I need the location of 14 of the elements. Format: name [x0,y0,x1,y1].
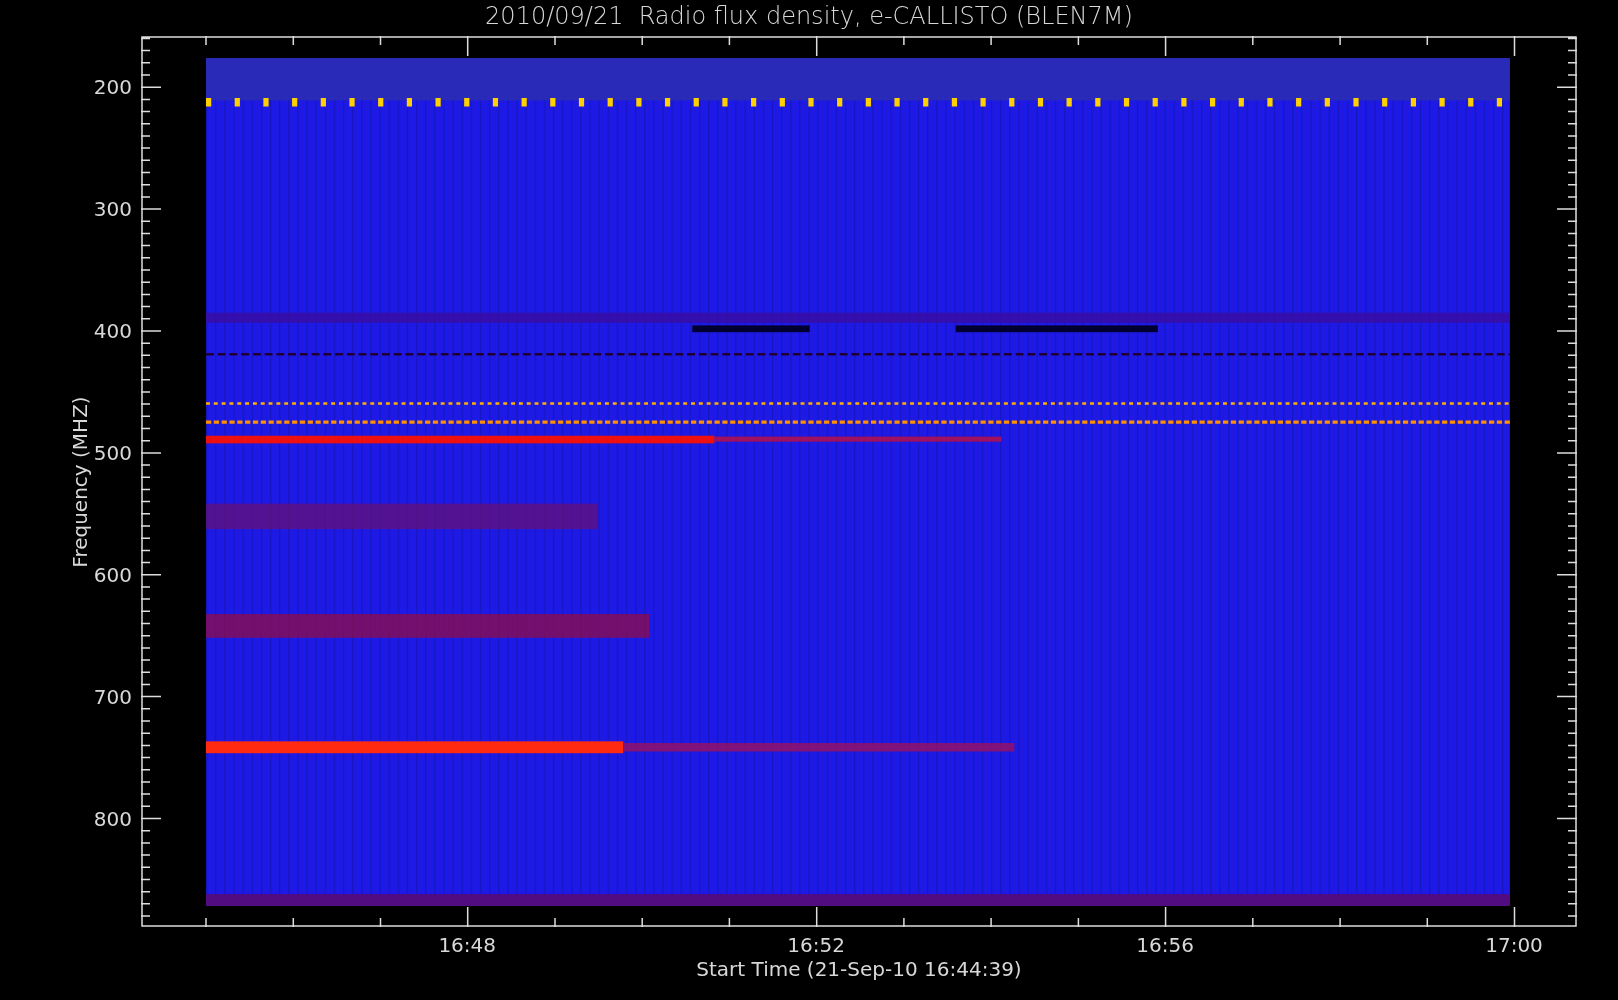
tick-label: 800 [93,806,132,831]
tick-label: 600 [93,562,132,587]
tick-label: 400 [93,318,132,343]
tick-label: 16:56 [1136,933,1194,957]
chart-title: 2010/09/21 Radio flux density, e-CALLISTO (BLEN7M) [485,1,1133,32]
axis-label: Start Time (21-Sep-10 16:44:39) [696,957,1022,981]
tick-label: 17:00 [1485,933,1543,957]
tick-label: 16:48 [438,933,497,957]
tick-label: 16:52 [787,933,845,957]
tick-label: 700 [93,684,132,709]
tick-label: 300 [93,197,132,222]
tick-label: 200 [93,75,132,100]
axis-label: Frequency (MHZ) [68,395,92,568]
tick-label: 500 [93,440,132,465]
